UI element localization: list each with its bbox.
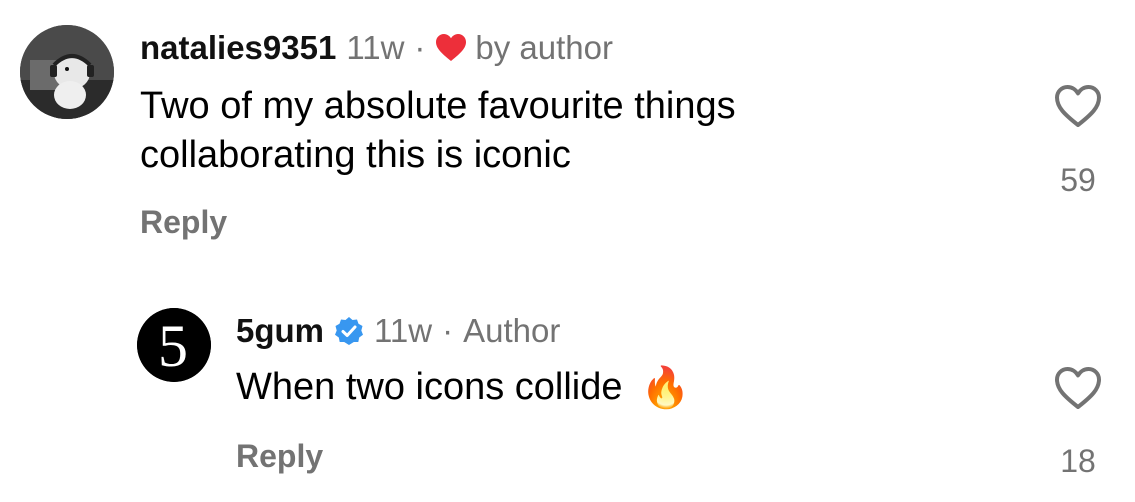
- verified-badge-icon: [334, 316, 364, 346]
- reply-button[interactable]: Reply: [140, 204, 227, 241]
- like-button[interactable]: [1054, 366, 1102, 415]
- avatar-image: 5: [137, 308, 211, 382]
- comment-text-line: When two icons collide: [236, 366, 623, 409]
- comment-text-line: Two of my absolute favourite things: [140, 85, 736, 127]
- username[interactable]: 5gum: [236, 312, 324, 350]
- timestamp: 11w: [346, 29, 405, 66]
- fire-emoji: 🔥: [640, 366, 691, 410]
- timestamp: 11w: [374, 312, 433, 349]
- comment-meta: 5gum 11w · Author: [236, 311, 560, 351]
- author-label: Author: [463, 312, 561, 349]
- like-count: 59: [1060, 162, 1096, 198]
- separator: ·: [414, 29, 426, 66]
- like-count: 18: [1060, 443, 1096, 479]
- heart-outline-icon: [1055, 85, 1101, 127]
- heart-outline-icon: [1055, 367, 1101, 409]
- reply-button[interactable]: Reply: [236, 438, 323, 475]
- comment-text: When two icons collide 🔥: [236, 362, 690, 414]
- separator: ·: [442, 312, 454, 349]
- username[interactable]: natalies9351: [140, 29, 336, 67]
- avatar[interactable]: 5: [137, 308, 211, 382]
- heart-icon: [435, 33, 467, 63]
- like-button[interactable]: [1054, 84, 1102, 133]
- avatar-image: [20, 25, 114, 119]
- comment-text: Two of my absolute favourite things coll…: [140, 82, 736, 181]
- comment-text-line: collaborating this is iconic: [140, 134, 571, 177]
- comment-meta: natalies9351 11w · by author: [140, 28, 613, 68]
- avatar[interactable]: [20, 25, 114, 119]
- avatar-logo-text: 5: [158, 313, 188, 379]
- liked-by-author-label: by author: [475, 29, 613, 66]
